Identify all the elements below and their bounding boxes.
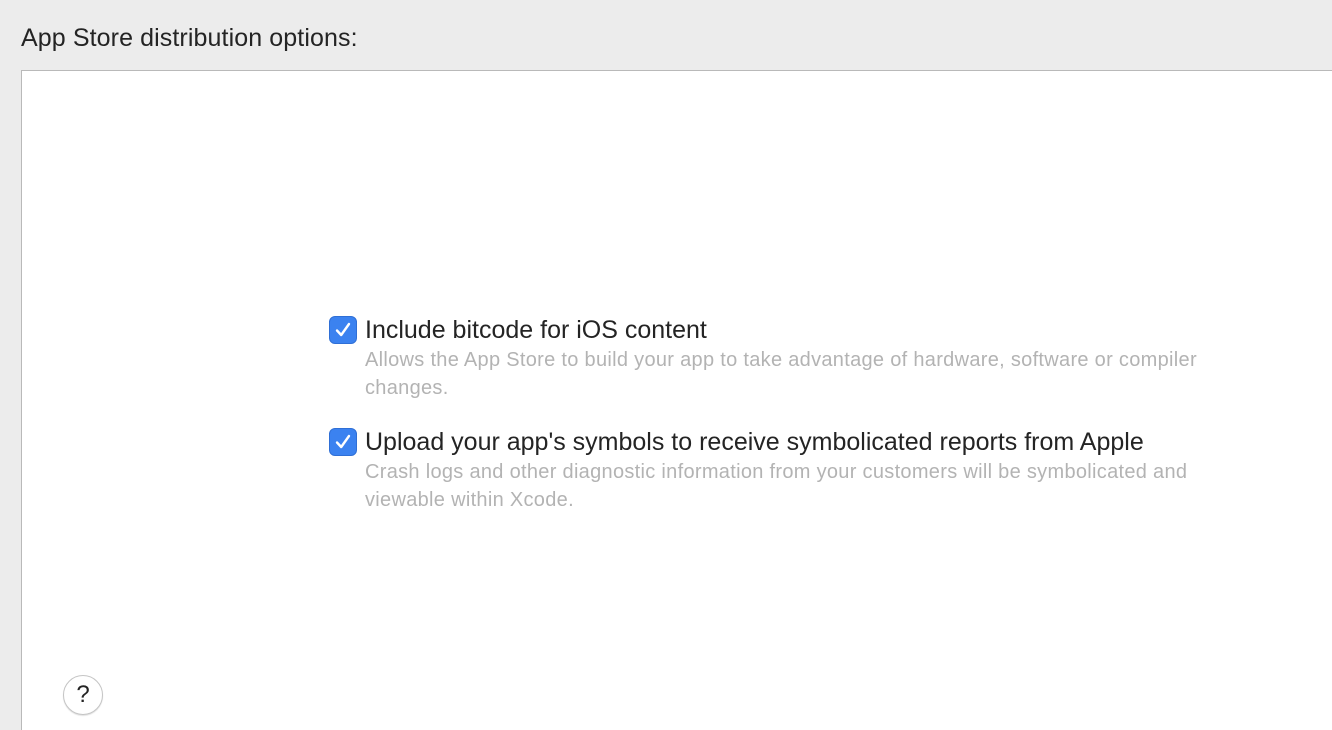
option-text: Include bitcode for iOS content Allows t…	[365, 315, 1245, 402]
option-include-bitcode: Include bitcode for iOS content Allows t…	[329, 315, 1245, 402]
include-bitcode-description: Allows the App Store to build your app t…	[365, 349, 1197, 399]
option-upload-symbols: Upload your app's symbols to receive sym…	[329, 427, 1245, 514]
section-title: App Store distribution options:	[21, 24, 358, 52]
checkmark-icon	[335, 322, 351, 337]
help-button[interactable]: ?	[63, 675, 103, 715]
checkmark-icon	[335, 434, 351, 449]
include-bitcode-label[interactable]: Include bitcode for iOS content	[365, 315, 1245, 345]
include-bitcode-checkbox[interactable]	[329, 316, 357, 344]
upload-symbols-label[interactable]: Upload your app's symbols to receive sym…	[365, 427, 1245, 457]
option-text: Upload your app's symbols to receive sym…	[365, 427, 1245, 514]
upload-symbols-description: Crash logs and other diagnostic informat…	[365, 461, 1188, 511]
options-panel: Include bitcode for iOS content Allows t…	[21, 70, 1332, 730]
upload-symbols-checkbox[interactable]	[329, 428, 357, 456]
